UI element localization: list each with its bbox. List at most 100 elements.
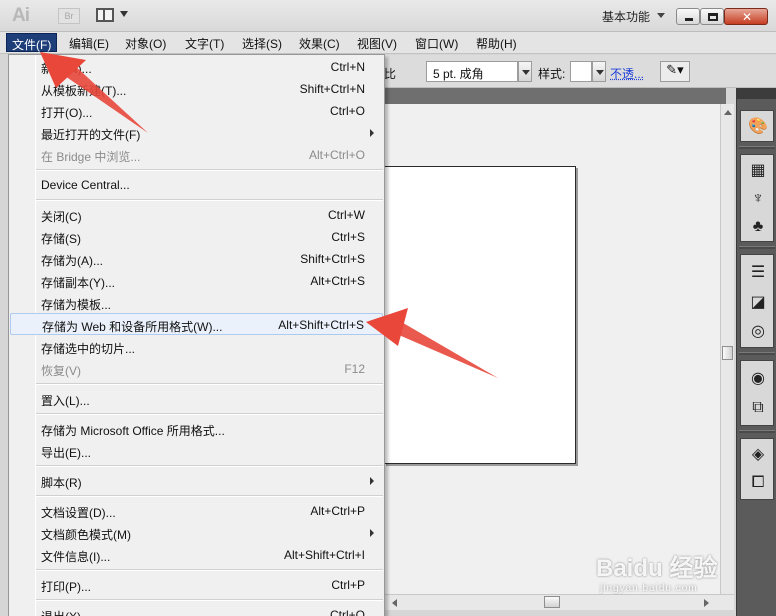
menu-item-scripts[interactable]: 脚本(R) — [10, 470, 383, 492]
bridge-button[interactable]: Br — [58, 8, 80, 24]
chevron-down-icon — [120, 11, 128, 17]
menu-item-new[interactable]: 新建(N)... Ctrl+N — [10, 56, 383, 78]
menu-item-shortcut: Ctrl+N — [330, 60, 365, 74]
menu-object[interactable]: 对象(O) — [125, 35, 166, 52]
menu-item-shortcut: Alt+Shift+Ctrl+S — [278, 318, 364, 332]
ratio-label: 比 — [384, 67, 397, 81]
menu-item-label: 在 Bridge 中浏览... — [41, 150, 141, 164]
dock-separator — [739, 146, 775, 149]
menu-item-exit[interactable]: 退出(X) Ctrl+Q — [10, 604, 383, 616]
menu-item-label: 置入(L)... — [41, 394, 90, 408]
menu-item-label: 存储选中的切片... — [41, 342, 136, 356]
menu-type[interactable]: 文字(T) — [185, 35, 224, 52]
submenu-arrow-icon — [370, 529, 374, 537]
menu-item-label: 最近打开的文件(F) — [41, 128, 141, 142]
dock-group-layers: ◈ ⧠ — [740, 438, 774, 500]
menu-item-save-selected-slices[interactable]: 存储选中的切片... — [10, 336, 383, 358]
menu-item-file-info[interactable]: 文件信息(I)... Alt+Shift+Ctrl+I — [10, 544, 383, 566]
submenu-arrow-icon — [370, 129, 374, 137]
stroke-profile-select[interactable]: 5 pt. 成角 — [426, 61, 518, 82]
transparency-icon[interactable]: ◎ — [747, 320, 769, 342]
menu-separator — [36, 199, 383, 201]
brushes-icon[interactable]: ♆ — [747, 188, 769, 210]
menu-item-open[interactable]: 打开(O)... Ctrl+O — [10, 100, 383, 122]
menu-effect[interactable]: 效果(C) — [299, 35, 340, 52]
document-setup-button[interactable]: ✎▾ — [660, 61, 690, 82]
style-label: 样式: — [538, 67, 566, 81]
menu-item-label: 打开(O)... — [41, 106, 93, 120]
dock-separator — [739, 246, 775, 249]
color-guide-icon[interactable]: 🎨 — [747, 115, 769, 137]
vertical-scroll-thumb[interactable] — [722, 346, 733, 360]
menu-edit[interactable]: 编辑(E) — [69, 35, 109, 52]
maximize-button[interactable] — [700, 8, 724, 25]
menu-window[interactable]: 窗口(W) — [415, 35, 458, 52]
menu-item-document-setup[interactable]: 文档设置(D)... Alt+Ctrl+P — [10, 500, 383, 522]
artboard[interactable] — [384, 166, 576, 464]
stroke-profile-dropdown[interactable] — [518, 61, 532, 82]
illustrator-logo: Ai — [12, 5, 30, 26]
scroll-up-icon[interactable] — [724, 110, 732, 115]
menu-item-shortcut: Ctrl+P — [331, 578, 365, 592]
menu-item-label: 退出(X) — [41, 608, 81, 616]
submenu-arrow-icon — [370, 477, 374, 485]
document-tab-strip — [384, 88, 726, 104]
menu-item-print[interactable]: 打印(P)... Ctrl+P — [10, 574, 383, 596]
horizontal-scroll-thumb[interactable] — [544, 596, 560, 608]
scroll-left-icon[interactable] — [392, 599, 397, 607]
dock-header[interactable] — [737, 88, 776, 99]
dock-separator — [739, 430, 775, 433]
menu-item-save-for-web[interactable]: 存储为 Web 和设备所用格式(W)... Alt+Shift+Ctrl+S — [10, 313, 383, 335]
panel-dock: 🎨 ▦ ♆ ♣ ☰ ◪ ◎ ◉ ⧉ ◈ ⧠ — [736, 88, 776, 616]
gear-icon: ✎▾ — [666, 62, 684, 77]
control-bar: 比 5 pt. 成角 样式: 不透... ✎▾ — [384, 55, 776, 88]
menu-item-shortcut: F12 — [344, 362, 365, 376]
menu-view[interactable]: 视图(V) — [357, 35, 397, 52]
stroke-icon[interactable]: ☰ — [747, 261, 769, 283]
menu-item-save-as[interactable]: 存储为(A)... Shift+Ctrl+S — [10, 248, 383, 270]
layers-icon[interactable]: ◈ — [747, 443, 769, 465]
title-bar: Ai Br 基本功能 ✕ — [0, 0, 776, 32]
menu-item-save-as-template[interactable]: 存储为模板... — [10, 292, 383, 314]
baidu-watermark: Baidu 经验 jingyan.baidu.com — [596, 548, 717, 594]
chevron-down-icon — [657, 13, 665, 18]
swatches-icon[interactable]: ▦ — [747, 159, 769, 181]
gradient-icon[interactable]: ◪ — [747, 291, 769, 313]
menu-item-place[interactable]: 置入(L)... — [10, 388, 383, 410]
vertical-scrollbar[interactable] — [720, 104, 734, 594]
menu-item-close[interactable]: 关闭(C) Ctrl+W — [10, 204, 383, 226]
menu-item-label: 文档颜色模式(M) — [41, 528, 131, 542]
menu-item-label: 存储为 Microsoft Office 所用格式... — [41, 424, 225, 438]
artboards-icon[interactable]: ⧠ — [747, 472, 769, 494]
graphic-styles-icon[interactable]: ⧉ — [747, 397, 769, 419]
menu-separator — [36, 495, 383, 497]
graphic-style-swatch[interactable] — [570, 61, 592, 82]
menu-separator — [36, 413, 383, 415]
menu-item-shortcut: Shift+Ctrl+S — [300, 252, 365, 266]
horizontal-scrollbar[interactable] — [384, 594, 734, 610]
menu-item-save-copy[interactable]: 存储副本(Y)... Alt+Ctrl+S — [10, 270, 383, 292]
close-button[interactable]: ✕ — [724, 8, 768, 25]
menu-item-open-recent[interactable]: 最近打开的文件(F) — [10, 122, 383, 144]
menu-help[interactable]: 帮助(H) — [476, 35, 517, 52]
menu-select[interactable]: 选择(S) — [242, 35, 282, 52]
menu-item-shortcut: Ctrl+S — [331, 230, 365, 244]
scroll-right-icon[interactable] — [704, 599, 709, 607]
graphic-style-dropdown[interactable] — [592, 61, 606, 82]
minimize-button[interactable] — [676, 8, 700, 25]
appearance-icon[interactable]: ◉ — [747, 367, 769, 389]
menu-item-save-for-office[interactable]: 存储为 Microsoft Office 所用格式... — [10, 418, 383, 440]
opacity-link[interactable]: 不透... — [610, 65, 644, 82]
menu-item-shortcut: Ctrl+O — [329, 104, 365, 118]
menu-item-new-from-template[interactable]: 从模板新建(T)... Shift+Ctrl+N — [10, 78, 383, 100]
menu-item-device-central[interactable]: Device Central... — [10, 174, 383, 196]
menu-file[interactable]: 文件(F) — [6, 33, 58, 52]
menu-item-export[interactable]: 导出(E)... — [10, 440, 383, 462]
menu-item-document-color-mode[interactable]: 文档颜色模式(M) — [10, 522, 383, 544]
close-icon: ✕ — [742, 10, 753, 24]
menu-item-shortcut: Alt+Ctrl+P — [310, 504, 365, 518]
workspace-switcher[interactable]: 基本功能 — [602, 8, 650, 25]
symbols-icon[interactable]: ♣ — [747, 216, 769, 238]
arrange-documents-button[interactable] — [96, 7, 130, 25]
menu-item-save[interactable]: 存储(S) Ctrl+S — [10, 226, 383, 248]
